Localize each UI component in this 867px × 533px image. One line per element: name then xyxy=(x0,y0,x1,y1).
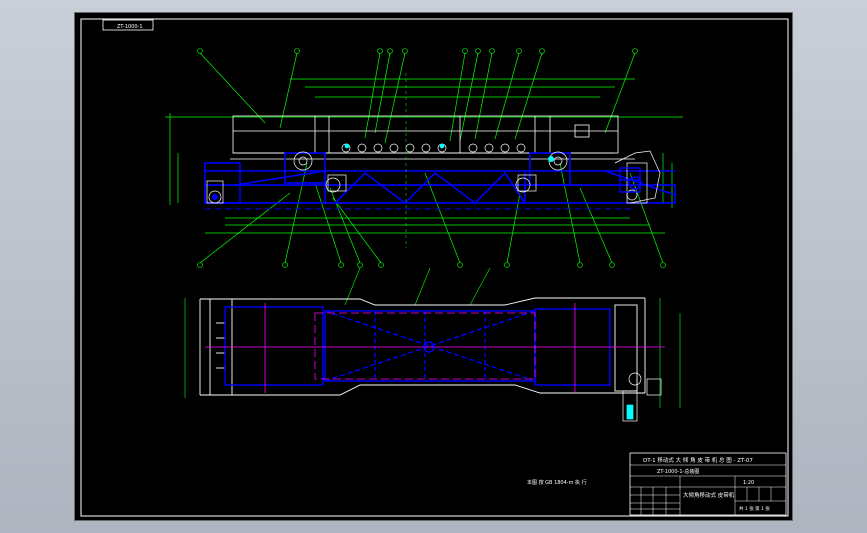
technical-note: 本图 按 GB 1804-m 执 行 xyxy=(527,479,587,486)
part-balloons-top xyxy=(197,48,638,54)
idler-rollers xyxy=(341,143,526,153)
title-block-header: DT-1 移动式 大 倾 角 皮 带 机 总 图 - ZT-07 xyxy=(643,456,753,464)
drawing-sheet: ZT-1000-1 本图 按 GB 1804-m 执 行 DT-1 移动式 大 … xyxy=(74,12,793,521)
front-elevation xyxy=(165,48,683,268)
outer-frame xyxy=(80,18,789,517)
drawing-number: ZT-1000-1-总装图 xyxy=(657,468,699,475)
plan-view xyxy=(184,267,681,422)
scale-label: 1:20 xyxy=(743,480,754,486)
truss-frame xyxy=(204,152,676,205)
dimension-lines xyxy=(165,52,683,264)
corner-code: ZT-1000-1 xyxy=(117,24,143,30)
part-name: 大倾角移动式 皮带机 xyxy=(683,491,735,499)
plan-truss xyxy=(224,306,611,386)
cad-drawing: ZT-1000-1 本图 按 GB 1804-m 执 行 DT-1 移动式 大 … xyxy=(80,18,789,517)
plan-drive xyxy=(622,372,662,422)
sheet-count: 共 1 张 第 1 张 xyxy=(739,505,770,512)
part-balloons-bottom xyxy=(197,262,666,268)
plan-dimensions xyxy=(184,267,681,408)
title-block: DT-1 移动式 大 倾 角 皮 带 机 总 图 - ZT-07 ZT-1000… xyxy=(629,452,787,516)
tail-pulley xyxy=(212,194,218,200)
drive-pulley xyxy=(548,156,554,162)
